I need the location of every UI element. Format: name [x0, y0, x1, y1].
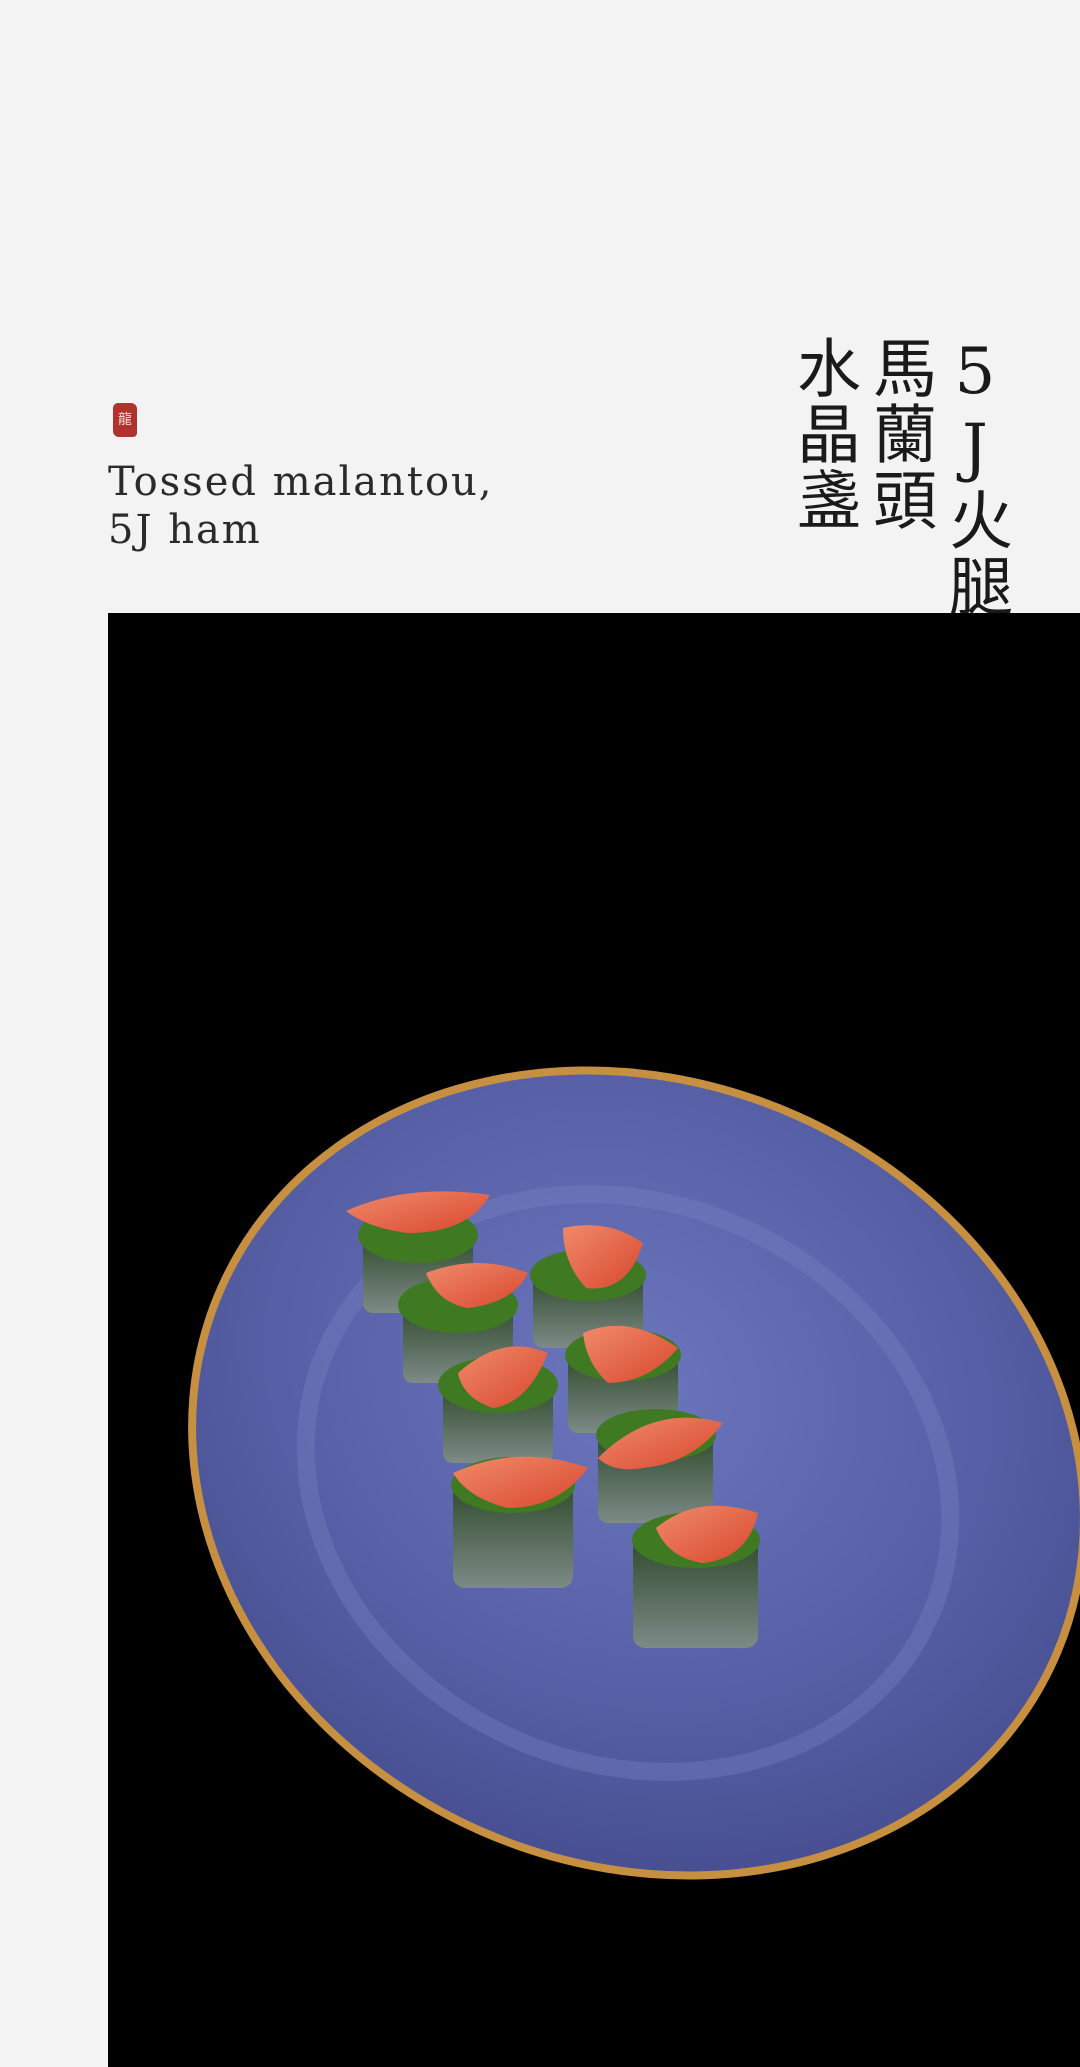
- cup-7: [596, 1409, 723, 1523]
- dish-title-chinese-col-2: 馬蘭頭: [862, 335, 936, 533]
- dish-title-english: Tossed malantou, 5J ham: [108, 458, 494, 554]
- cup-4: [451, 1456, 588, 1588]
- cup-8: [632, 1505, 760, 1648]
- dish-title-line-1: Tossed malantou,: [108, 459, 494, 505]
- dish-title-chinese-col-1: 5J火腿: [938, 335, 1012, 619]
- dish-title-chinese: 5J火腿 馬蘭頭 水晶盞: [786, 335, 1012, 619]
- dish-photo-illustration: [188, 1066, 1080, 1880]
- plate: [188, 1066, 1080, 1880]
- dish-title-line-2: 5J ham: [108, 507, 262, 553]
- seal-stamp-icon: 龍: [113, 403, 137, 437]
- dish-title-chinese-col-3: 水晶盞: [786, 335, 860, 533]
- dish-photo: [108, 613, 1080, 2067]
